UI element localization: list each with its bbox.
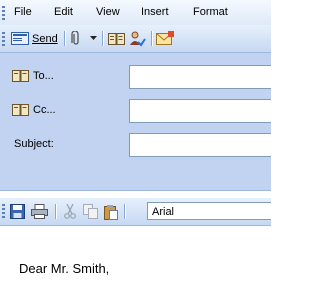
- menu-edit[interactable]: Edit: [54, 6, 73, 18]
- message-body-text: Dear Mr. Smith,: [19, 261, 110, 276]
- formatting-toolbar: Arial: [0, 198, 271, 226]
- attach-dropdown-button[interactable]: [90, 30, 97, 47]
- address-book-button[interactable]: [108, 30, 125, 47]
- toolbar-separator: [151, 31, 152, 46]
- cc-label: Cc...: [33, 104, 56, 116]
- cc-field[interactable]: [129, 99, 271, 123]
- printer-icon: [31, 204, 48, 219]
- menu-bar: File Edit View Insert Format: [0, 0, 271, 26]
- to-label: To...: [33, 70, 54, 82]
- toolbar-grip[interactable]: [2, 32, 5, 46]
- attach-file-button[interactable]: [69, 30, 83, 47]
- menu-file[interactable]: File: [14, 6, 32, 18]
- send-icon: [11, 32, 29, 45]
- toolbar-separator: [124, 204, 125, 219]
- scissors-icon: [63, 204, 77, 219]
- compose-window: File Edit View Insert Format Send To... …: [0, 0, 271, 292]
- menu-view[interactable]: View: [96, 6, 120, 18]
- paste-button[interactable]: [103, 203, 119, 220]
- send-label: Send: [32, 32, 58, 45]
- send-button[interactable]: Send: [11, 30, 58, 47]
- to-field[interactable]: [129, 65, 271, 89]
- subject-label-container: Subject:: [10, 132, 125, 156]
- print-button[interactable]: [31, 203, 48, 220]
- message-body[interactable]: Dear Mr. Smith,: [0, 226, 271, 292]
- paperclip-icon: [69, 30, 83, 47]
- save-button[interactable]: [10, 203, 25, 220]
- address-book-icon: [108, 32, 125, 46]
- address-book-icon: [12, 69, 29, 83]
- clipboard-icon: [103, 204, 119, 220]
- subject-label: Subject:: [14, 138, 54, 150]
- check-names-button[interactable]: [129, 30, 146, 47]
- save-icon: [10, 204, 25, 219]
- menu-format[interactable]: Format: [193, 6, 228, 18]
- standard-toolbar: Send: [0, 25, 271, 53]
- cut-button[interactable]: [63, 203, 77, 220]
- cc-button[interactable]: Cc...: [12, 98, 127, 122]
- options-button[interactable]: [156, 30, 174, 47]
- toolbar-separator: [102, 31, 103, 46]
- chevron-down-icon: [90, 36, 97, 41]
- check-names-icon: [129, 31, 146, 47]
- formatting-toolbar-grip[interactable]: [2, 204, 5, 218]
- menu-bar-grip[interactable]: [2, 6, 5, 20]
- to-button[interactable]: To...: [12, 64, 127, 88]
- copy-icon: [83, 204, 98, 219]
- address-book-icon: [12, 103, 29, 117]
- toolbar-separator: [64, 31, 65, 46]
- font-name-select[interactable]: Arial: [147, 202, 271, 220]
- message-header-panel: To... Cc... Subject:: [0, 53, 271, 191]
- toolbar-separator: [55, 204, 56, 219]
- copy-button[interactable]: [83, 203, 98, 220]
- menu-insert[interactable]: Insert: [141, 6, 169, 18]
- subject-field[interactable]: [129, 133, 271, 157]
- envelope-icon: [156, 30, 174, 47]
